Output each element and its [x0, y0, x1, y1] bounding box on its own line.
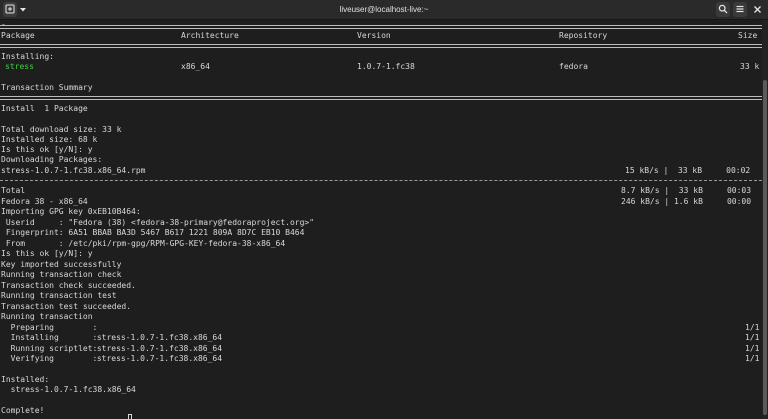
step-label: Installing :	[1, 333, 98, 342]
close-icon[interactable]	[751, 2, 764, 17]
step-count: 1/1	[745, 354, 760, 363]
package-size: 33 k	[740, 62, 760, 71]
running-transaction: Running transaction	[1, 312, 93, 321]
step-detail: stress-1.0.7-1.fc38.x86_64	[92, 354, 223, 363]
step-label: Preparing :	[1, 323, 98, 332]
output-line: Installed:	[0, 375, 762, 385]
header-version: Version	[357, 31, 391, 40]
separator-double	[0, 96, 762, 100]
output-line: Installed size: 68 k	[0, 135, 762, 145]
output-line: Complete!	[0, 406, 762, 416]
step-row: Preparing : 1/1	[0, 323, 762, 333]
transaction-summary: Transaction Summary	[1, 83, 93, 92]
chevron-down-icon[interactable]	[17, 2, 28, 17]
table-header: Package Architecture Version Repository …	[0, 31, 762, 41]
output-line: Transaction check succeeded.	[0, 281, 762, 291]
title-bar: liveuser@localhost-live:~	[0, 0, 768, 20]
installing-label: Installing:	[1, 52, 54, 61]
test-succeeded: Transaction test succeeded.	[1, 302, 132, 311]
step-count: 1/1	[745, 323, 760, 332]
step-label: Running scriptlet:	[1, 344, 98, 353]
total-download-size: Total download size: 33 k	[1, 125, 122, 134]
output-line: Is this ok [y/N]: y	[0, 145, 762, 155]
search-icon[interactable]	[716, 2, 730, 17]
gpg-userid: Userid : "Fedora (38) <fedora-38-primary…	[1, 218, 315, 227]
scrollbar[interactable]	[762, 20, 768, 419]
table-row: stress x86_64 1.0.7-1.fc38 fedora 33 k	[0, 62, 762, 72]
running-check: Running transaction check	[1, 270, 122, 279]
step-detail: stress-1.0.7-1.fc38.x86_64	[92, 344, 223, 353]
download-row: Total 8.7 kB/s | 33 kB 00:03	[0, 186, 762, 196]
package-repo: fedora	[559, 62, 588, 71]
separator-dashed	[0, 180, 762, 181]
step-row: Verifying : stress-1.0.7-1.fc38.x86_64 1…	[0, 354, 762, 364]
header-size: Size	[738, 31, 758, 40]
output-line: Running transaction check	[0, 270, 762, 280]
hamburger-icon[interactable]	[733, 2, 747, 17]
installed-size: Installed size: 68 k	[1, 135, 98, 144]
output-line: Userid : "Fedora (38) <fedora-38-primary…	[0, 218, 762, 228]
total-label: Total	[1, 186, 26, 195]
terminal-window: liveuser@localhost-live:~ - Package Arch…	[0, 0, 768, 419]
output-line: Installing:	[0, 52, 762, 62]
step-row: Running scriptlet: stress-1.0.7-1.fc38.x…	[0, 344, 762, 354]
repo-line: Fedora 38 - x86_64	[1, 197, 88, 206]
running-test: Running transaction test	[1, 291, 117, 300]
step-row: Installing : stress-1.0.7-1.fc38.x86_64 …	[0, 333, 762, 343]
step-detail: stress-1.0.7-1.fc38.x86_64	[92, 333, 223, 342]
output-line: Running transaction	[0, 312, 762, 322]
output-line: Is this ok [y/N]: y	[0, 249, 762, 259]
confirm-prompt: Is this ok [y/N]: y	[1, 145, 93, 154]
download-row: Fedora 38 - x86_64 246 kB/s | 1.6 kB 00:…	[0, 197, 762, 207]
rpm-filename: stress-1.0.7-1.fc38.x86_64.rpm	[1, 166, 146, 175]
check-succeeded: Transaction check succeeded.	[1, 281, 136, 290]
header-architecture: Architecture	[181, 31, 239, 40]
scrollbar-thumb[interactable]	[763, 80, 767, 415]
gpg-import: Importing GPG key 0xEB10B464:	[1, 207, 141, 216]
rpm-stats: 15 kB/s | 33 kB 00:02	[625, 166, 751, 175]
download-row: stress-1.0.7-1.fc38.x86_64.rpm 15 kB/s |…	[0, 166, 762, 176]
output-line: Running transaction test	[0, 291, 762, 301]
total-stats: 8.7 kB/s | 33 kB 00:03	[621, 186, 752, 195]
text-cursor	[128, 414, 132, 419]
confirm-prompt: Is this ok [y/N]: y	[1, 249, 93, 258]
step-count: 1/1	[745, 344, 760, 353]
install-count: Install 1 Package	[1, 104, 88, 113]
package-version: 1.0.7-1.fc38	[357, 62, 415, 71]
output-line: stress-1.0.7-1.fc38.x86_64	[0, 385, 762, 395]
header-repository: Repository	[559, 31, 608, 40]
downloading-label: Downloading Packages:	[1, 155, 103, 164]
installed-package: stress-1.0.7-1.fc38.x86_64	[1, 385, 136, 394]
output-line: Key imported successfully	[0, 260, 762, 270]
key-imported: Key imported successfully	[1, 260, 122, 269]
output-line: Downloading Packages:	[0, 155, 762, 165]
separator-double	[0, 25, 762, 29]
complete-message: Complete!	[1, 406, 45, 415]
separator-double	[0, 44, 762, 48]
package-arch: x86_64	[181, 62, 210, 71]
terminal-output[interactable]: - Package Architecture Version Repositor…	[0, 20, 762, 419]
new-tab-icon[interactable]	[3, 2, 17, 17]
output-line: Transaction test succeeded.	[0, 302, 762, 312]
output-line: Total download size: 33 k	[0, 125, 762, 135]
step-count: 1/1	[745, 333, 760, 342]
package-name: stress	[5, 62, 34, 71]
output-line: From : /etc/pki/rpm-gpg/RPM-GPG-KEY-fedo…	[0, 239, 762, 249]
installed-label: Installed:	[1, 375, 50, 384]
output-line: Transaction Summary	[0, 83, 762, 93]
step-label: Verifying :	[1, 354, 98, 363]
gpg-from: From : /etc/pki/rpm-gpg/RPM-GPG-KEY-fedo…	[1, 239, 286, 248]
repo-stats: 246 kB/s | 1.6 kB 00:00	[621, 197, 752, 206]
header-package: Package	[1, 31, 35, 40]
output-line: Importing GPG key 0xEB10B464:	[0, 207, 762, 217]
output-line: Fingerprint: 6A51 BBAB BA3D 5467 B617 12…	[0, 228, 762, 238]
window-title: liveuser@localhost-live:~	[339, 5, 429, 14]
gpg-fingerprint: Fingerprint: 6A51 BBAB BA3D 5467 B617 12…	[1, 228, 305, 237]
output-line: Install 1 Package	[0, 104, 762, 114]
